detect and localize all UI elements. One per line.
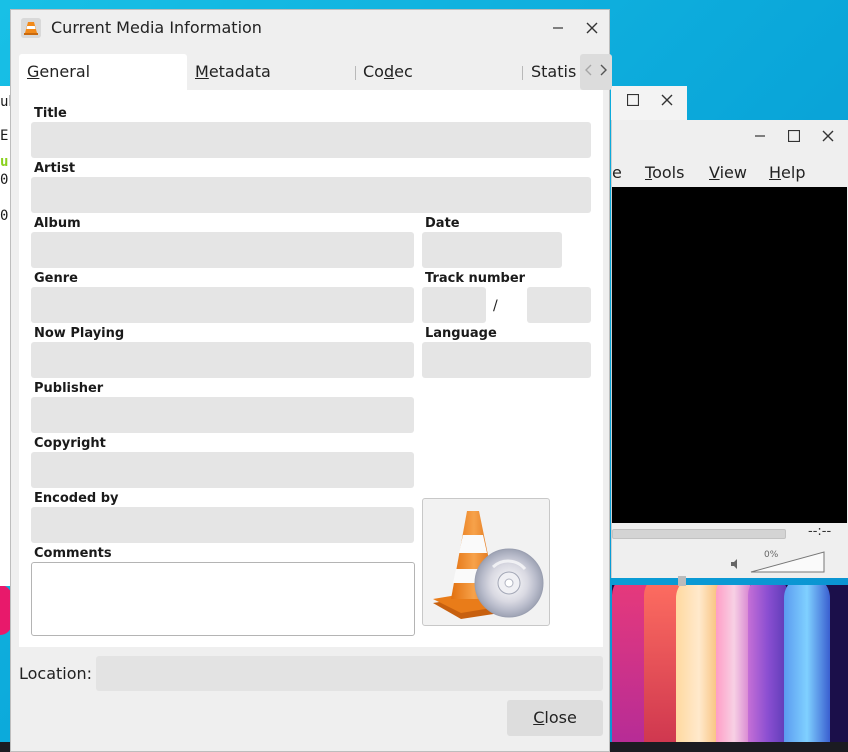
title-field[interactable] (31, 122, 591, 158)
title-label: Title (34, 106, 67, 121)
resize-handle[interactable] (678, 576, 686, 586)
background-window-titlebar (611, 86, 687, 123)
menu-tools[interactable]: Tools (645, 163, 684, 182)
dialog-titlebar[interactable]: Current Media Information (11, 10, 609, 46)
close-icon[interactable] (818, 128, 838, 148)
terminal-line: E (0, 128, 9, 144)
menu-view[interactable]: View (709, 163, 747, 182)
track-separator: / (493, 298, 498, 314)
close-window-button[interactable] (581, 18, 603, 40)
language-label: Language (425, 326, 497, 341)
terminal-line: 0 (0, 208, 9, 224)
close-icon (586, 22, 598, 34)
copyright-label: Copyright (34, 436, 106, 451)
video-area[interactable] (612, 187, 847, 523)
maximize-icon[interactable] (626, 93, 640, 110)
close-icon[interactable] (661, 94, 673, 110)
track-total-field[interactable] (527, 287, 591, 323)
tab-scroll-left-icon[interactable] (584, 62, 592, 80)
terminal-line: u (0, 154, 9, 170)
language-field[interactable] (422, 342, 591, 378)
minimize-icon[interactable] (750, 128, 770, 148)
location-field[interactable] (96, 656, 603, 691)
now-playing-field[interactable] (31, 342, 414, 378)
album-art[interactable] (422, 498, 550, 626)
volume-percent: 0% (764, 550, 779, 560)
terminal-line: 0 (0, 172, 9, 188)
volume-slider[interactable] (750, 550, 826, 578)
tab-metadata[interactable]: Metadata (187, 54, 355, 90)
comments-textarea[interactable] (31, 562, 415, 636)
genre-label: Genre (34, 271, 78, 286)
menu-partial[interactable]: e (612, 163, 622, 182)
comments-label: Comments (34, 546, 112, 561)
tab-bar: General Metadata Codec Statis (19, 54, 612, 90)
vlc-cone-icon (21, 18, 41, 38)
location-label: Location: (19, 664, 93, 683)
seek-bar[interactable] (612, 529, 786, 539)
date-label: Date (425, 216, 460, 231)
menu-help[interactable]: Help (769, 163, 805, 182)
minimize-button[interactable] (547, 18, 569, 40)
genre-field[interactable] (31, 287, 414, 323)
encoded-by-field[interactable] (31, 507, 414, 543)
media-information-dialog: Current Media Information General Metada… (10, 9, 612, 752)
publisher-label: Publisher (34, 381, 104, 396)
copyright-field[interactable] (31, 452, 414, 488)
speaker-icon[interactable] (730, 558, 742, 573)
vlc-main-window: e Tools View Help --:-- 0% (611, 120, 848, 578)
publisher-field[interactable] (31, 397, 414, 433)
dialog-title: Current Media Information (51, 18, 262, 37)
tab-scroller (580, 54, 612, 90)
track-number-label: Track number (425, 271, 526, 286)
tab-scroll-right-icon[interactable] (600, 62, 608, 80)
album-art-cone-cd-icon (433, 511, 544, 619)
track-number-field[interactable] (422, 287, 486, 323)
album-label: Album (34, 216, 81, 231)
artist-label: Artist (34, 161, 76, 176)
time-display: --:-- (808, 524, 832, 539)
encoded-by-label: Encoded by (34, 491, 119, 506)
vlc-menubar: e Tools View Help (612, 156, 848, 186)
artist-field[interactable] (31, 177, 591, 213)
general-tab-panel: Title Artist Album Date Genre Track numb… (19, 90, 603, 647)
album-field[interactable] (31, 232, 414, 268)
wallpaper-art (612, 585, 848, 745)
close-button[interactable]: Close (507, 700, 603, 736)
tab-codec[interactable]: Codec (355, 54, 523, 90)
tab-general[interactable]: General (19, 54, 187, 90)
minimize-icon (553, 27, 563, 29)
tab-statistics[interactable]: Statis (523, 54, 583, 90)
date-field[interactable] (422, 232, 562, 268)
maximize-icon[interactable] (784, 128, 804, 148)
now-playing-label: Now Playing (34, 326, 125, 341)
